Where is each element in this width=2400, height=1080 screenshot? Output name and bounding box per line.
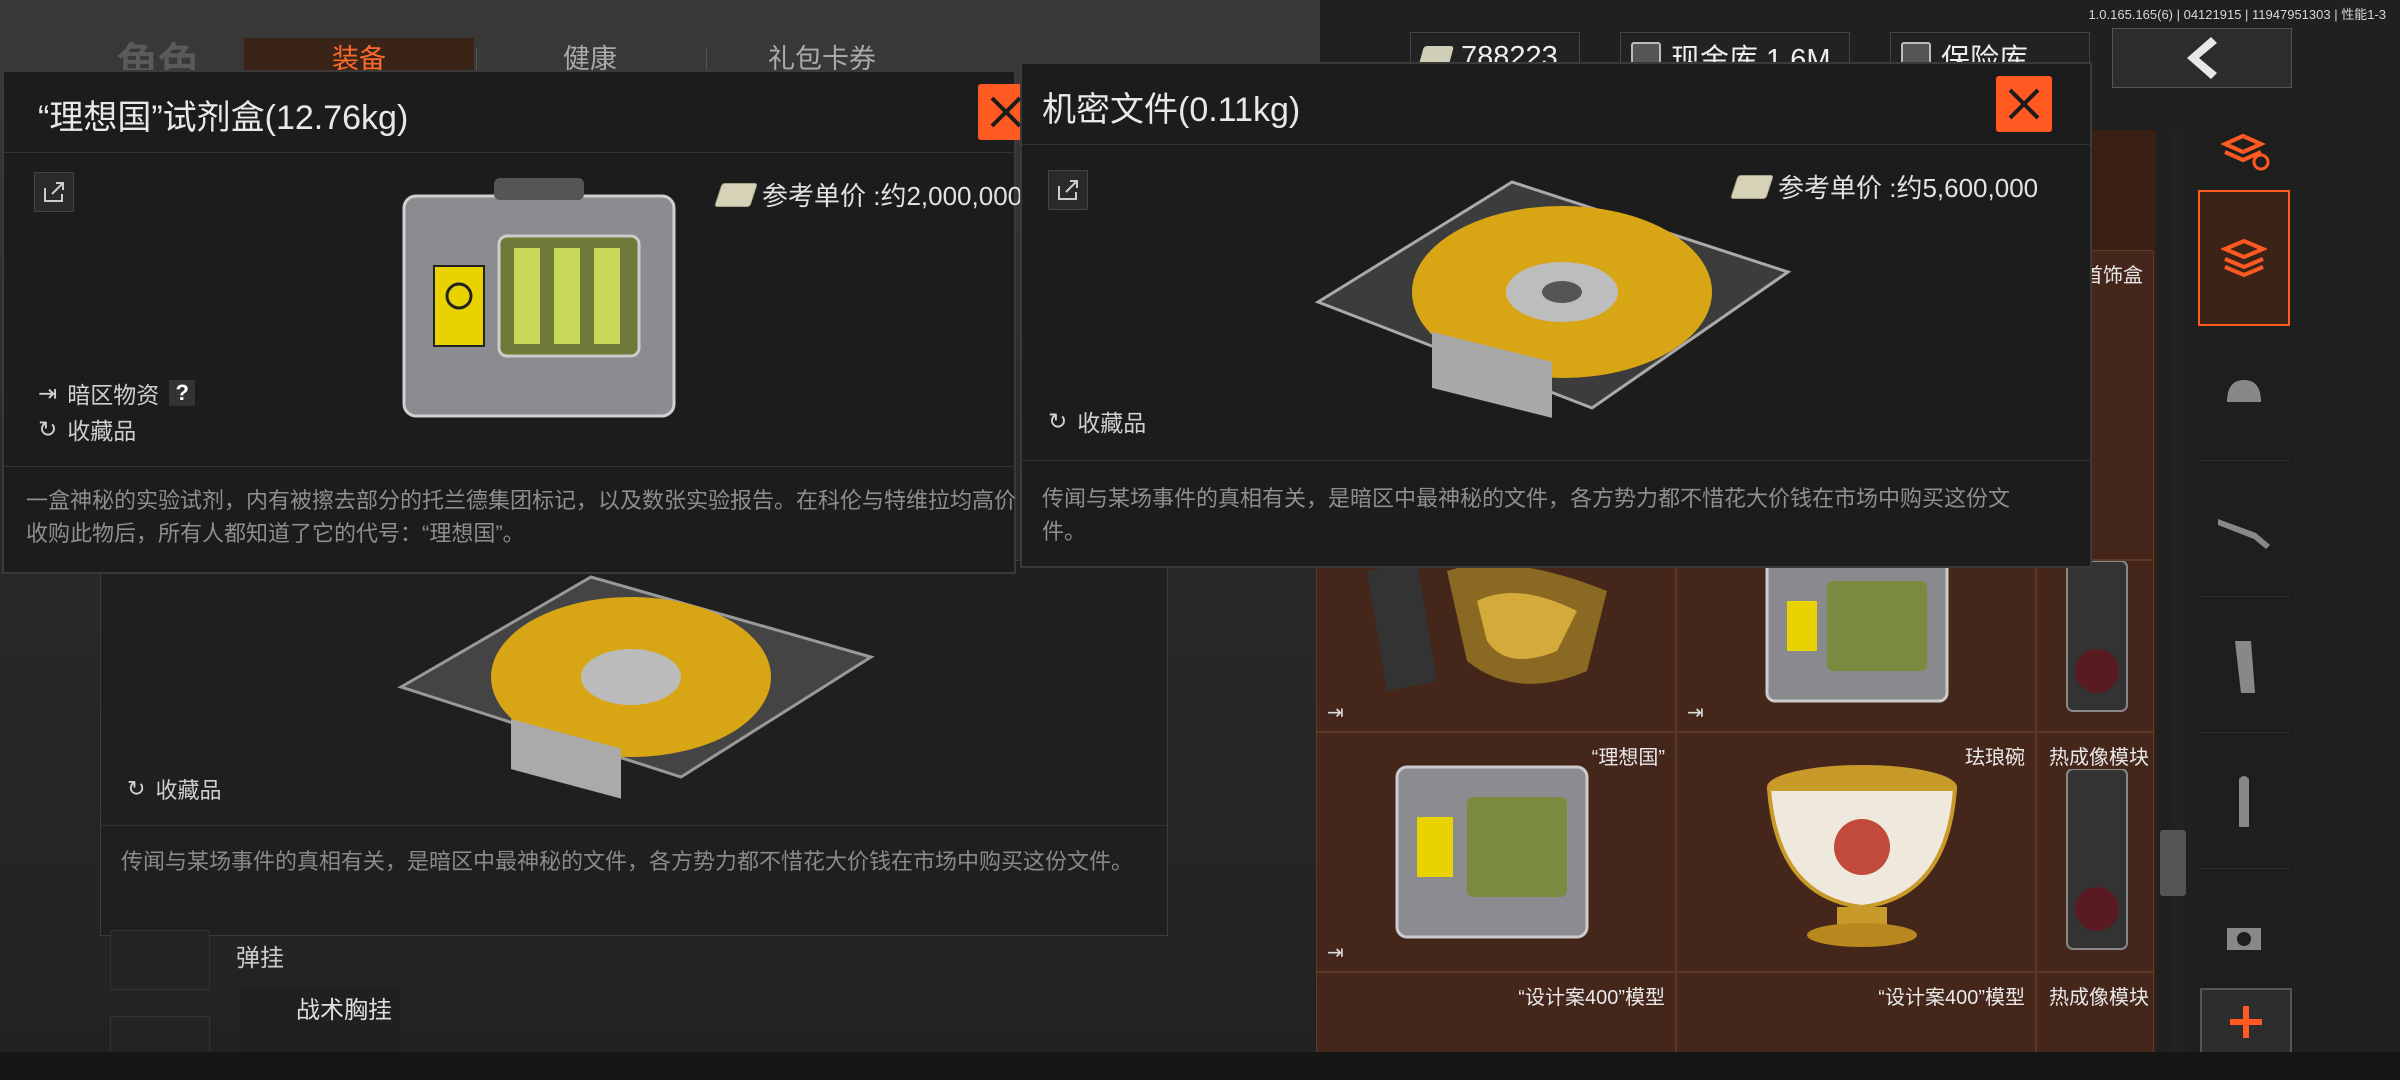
stack-icon — [2221, 238, 2267, 278]
chevron-left-icon — [2187, 37, 2217, 79]
item-detail-popup-classified-file: 机密文件(0.11kg) 参考单价 :约5,600,000 ↻ 收藏品 传闻与某… — [1020, 62, 2092, 568]
helmet-icon — [2227, 380, 2261, 402]
reference-price: 参考单价 :约2,000,000 — [714, 176, 1023, 213]
item-description: 传闻与某场事件的真相有关，是暗区中最神秘的文件，各方势力都不惜花大价钱在市场中购… — [121, 849, 1134, 874]
magazine-icon — [2235, 641, 2255, 693]
collectible-tag: ↻ 收藏品 — [1048, 404, 1146, 438]
help-icon[interactable]: ? — [169, 380, 196, 406]
item-name: “设计案400”模型 — [1878, 987, 2025, 1009]
money-icon — [1730, 174, 1774, 199]
scrollbar-thumb[interactable] — [2160, 830, 2186, 896]
collectible-tag: ↻ 收藏品 — [38, 412, 136, 446]
item-name: 热成像模块 — [2049, 747, 2149, 769]
collectible-icon: ↻ — [1048, 407, 1068, 434]
item-title: “理想国”试剂盒(12.76kg) — [38, 99, 409, 137]
category-armor[interactable] — [2198, 330, 2290, 461]
share-icon — [1058, 180, 1078, 200]
share-icon — [44, 182, 64, 202]
tag-label: 收藏品 — [67, 418, 137, 444]
inventory-item[interactable] — [2036, 560, 2154, 732]
item-detail-card-background: ↻ 收藏品 传闻与某场事件的真相有关，是暗区中最神秘的文件，各方势力都不惜花大价… — [100, 560, 1168, 936]
extract-icon: ⇥ — [1327, 702, 1344, 724]
item-name: “设计案400”模型 — [1518, 987, 1665, 1009]
category-magazines[interactable] — [2198, 602, 2290, 733]
rig-slot-label: 弹挂 — [236, 945, 284, 972]
thermal-module-image — [2066, 769, 2128, 950]
extract-icon: ⇥ — [38, 379, 58, 406]
inventory-item[interactable]: “设计案400”模型 — [1316, 972, 1676, 1060]
close-icon — [990, 96, 1022, 128]
divider — [4, 152, 1014, 153]
back-button[interactable] — [2112, 28, 2292, 88]
bottom-bar — [0, 1052, 2400, 1080]
extract-icon: ⇥ — [1687, 702, 1704, 724]
collectible-tag: ↻ 收藏品 — [127, 773, 221, 805]
share-button[interactable] — [1048, 170, 1088, 210]
stack-refresh-icon — [2221, 133, 2270, 171]
tactical-rig-slot[interactable]: 战术胸挂 — [240, 986, 400, 1056]
nav-divider — [706, 48, 707, 70]
inventory-item[interactable]: ⇥ — [1676, 560, 2036, 732]
item-description: 一盒神秘的实验试剂，内有被擦去部分的托兰德集团标记，以及数张实验报告。在科伦与特… — [26, 488, 1017, 546]
add-button[interactable] — [2200, 988, 2292, 1056]
side-slots — [110, 930, 210, 1076]
classified-file-image — [397, 575, 875, 799]
divider — [4, 466, 1014, 467]
reagent-box-image — [1765, 561, 1949, 703]
inventory-item[interactable]: 热成像模块 — [2036, 732, 2154, 972]
category-attachments[interactable] — [2198, 874, 2290, 1005]
inventory-item[interactable]: “理想国” ⇥ — [1316, 732, 1676, 972]
inventory-item[interactable]: “设计案400”模型 — [1676, 972, 2036, 1060]
inventory-item[interactable]: 热成像模块 — [2036, 972, 2154, 1060]
ammo-icon — [2239, 776, 2249, 827]
category-weapons[interactable] — [2198, 466, 2290, 597]
inventory-item[interactable]: 珐琅碗 — [1676, 732, 2036, 972]
tactical-rig-label: 战术胸挂 — [296, 997, 392, 1024]
item-name: 热成像模块 — [2049, 987, 2149, 1009]
category-toolbar — [2198, 120, 2294, 1060]
price-label: 参考单价 :约5,600,000 — [1778, 173, 2039, 203]
plus-icon — [2230, 1006, 2262, 1038]
reagent-box-image — [1395, 765, 1589, 939]
collectible-label: 收藏品 — [155, 778, 222, 803]
item-detail-popup-reagent-box: “理想国”试剂盒(12.76kg) 参考单价 :约2,000,000 ⇥ 暗区物… — [2, 70, 1034, 574]
gold-statue-image — [1367, 561, 1607, 691]
divider — [1022, 460, 2090, 461]
category-all[interactable] — [2198, 190, 2290, 326]
divider — [101, 825, 1167, 826]
version-info: 1.0.165.165(6) | 04121915 | 11947951303 … — [2088, 7, 2386, 22]
inventory-scrollbar[interactable] — [2172, 130, 2182, 1060]
reagent-box-image — [402, 178, 676, 418]
item-name: “理想国” — [1591, 747, 1665, 769]
collectible-icon: ↻ — [38, 415, 58, 442]
money-icon — [714, 182, 758, 207]
divider — [1022, 144, 2090, 145]
collectible-icon: ↻ — [127, 776, 146, 801]
item-description: 传闻与某场事件的真相有关，是暗区中最神秘的文件，各方势力都不惜花大价钱在市场中购… — [1042, 486, 2011, 544]
classified-file-image — [1314, 180, 1792, 418]
inventory-item[interactable]: ⇥ — [1316, 560, 1676, 732]
nav-divider — [476, 48, 477, 70]
close-icon — [2008, 88, 2040, 120]
stack-refresh-button[interactable] — [2206, 122, 2286, 182]
scope-icon — [2227, 928, 2261, 950]
share-button[interactable] — [34, 172, 74, 212]
category-ammo[interactable] — [2198, 738, 2290, 869]
item-name: 首饰盒 — [2083, 265, 2143, 287]
tag-label: 暗区物资 — [67, 382, 160, 408]
item-name: 珐琅碗 — [1965, 747, 2025, 769]
extract-icon: ⇥ — [1327, 942, 1344, 964]
tag-label: 收藏品 — [1077, 410, 1147, 436]
price-label: 参考单价 :约2,000,000 — [762, 181, 1023, 211]
rifle-icon — [2218, 519, 2270, 549]
slot[interactable] — [110, 930, 210, 990]
dark-zone-supply-tag: ⇥ 暗区物资 ? — [38, 376, 196, 410]
close-button[interactable] — [1996, 76, 2052, 132]
reference-price: 参考单价 :约5,600,000 — [1730, 168, 2039, 205]
item-title: 机密文件(0.11kg) — [1042, 91, 1301, 129]
enamel-bowl-image — [1766, 765, 1958, 947]
thermal-module-image — [2066, 561, 2128, 712]
